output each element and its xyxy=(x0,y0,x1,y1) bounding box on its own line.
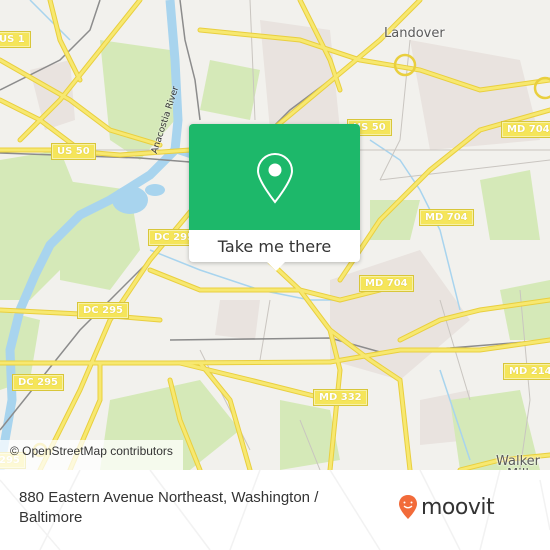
moovit-wordmark: moovit xyxy=(421,494,495,520)
shield-dc-295-lower: DC 295 xyxy=(12,374,64,391)
take-me-there-button[interactable]: Take me there xyxy=(189,230,360,262)
shield-dc-295-mid: DC 295 xyxy=(77,302,129,319)
location-pin-icon xyxy=(256,152,294,204)
place-label-landover: Landover xyxy=(384,26,445,41)
map-view[interactable]: Landover Walker Mill Anacostia River US … xyxy=(0,0,550,470)
attribution-text[interactable]: © OpenStreetMap contributors xyxy=(10,444,173,458)
address-text: 880 Eastern Avenue Northeast, Washington… xyxy=(19,489,319,526)
map-attribution[interactable]: © OpenStreetMap contributors xyxy=(0,440,183,470)
shield-md-332: MD 332 xyxy=(313,389,368,406)
shield-us-1: US 1 xyxy=(0,31,31,48)
popup-pin-area[interactable] xyxy=(189,124,360,230)
moovit-logo[interactable]: moovit xyxy=(398,494,495,520)
lakes xyxy=(112,184,165,214)
moovit-pin-icon xyxy=(399,495,417,519)
shield-md-704-lower: MD 704 xyxy=(359,275,414,292)
shield-us-50-west: US 50 xyxy=(51,143,96,160)
shield-md-704-top: MD 704 xyxy=(501,121,550,138)
place-label-walker-mill: Walker Mill xyxy=(496,454,541,470)
location-popup[interactable]: Take me there xyxy=(189,124,360,271)
footer-bar: 880 Eastern Avenue Northeast, Washington… xyxy=(0,470,550,550)
popup-pointer xyxy=(267,262,285,271)
shield-md-214: MD 214 xyxy=(503,363,550,380)
shield-md-704-mid: MD 704 xyxy=(419,209,474,226)
